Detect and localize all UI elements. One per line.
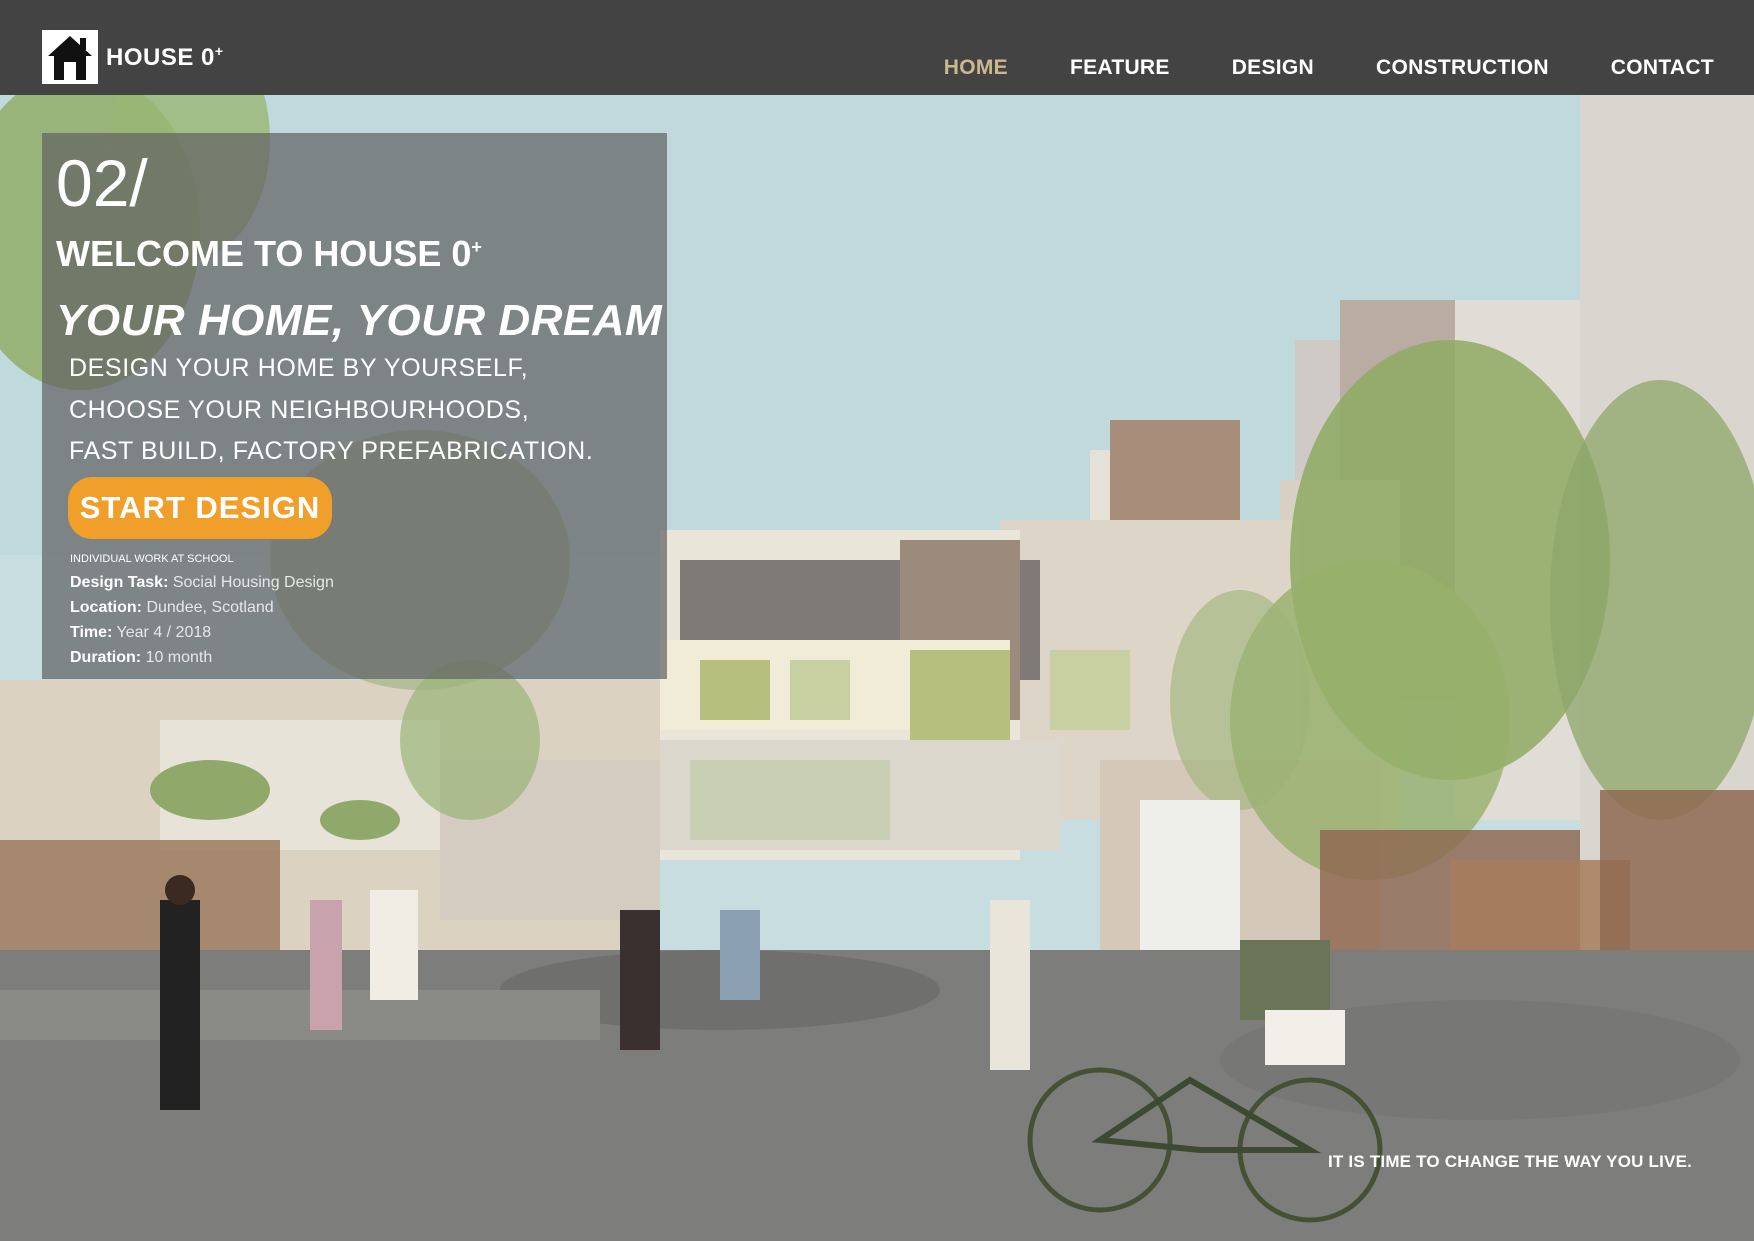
nav-construction[interactable]: CONSTRUCTION bbox=[1376, 56, 1549, 80]
detail-row: Time: Year 4 / 2018 bbox=[70, 624, 212, 641]
project-caption: INDIVIDUAL WORK AT SCHOOL bbox=[70, 553, 234, 565]
house-icon bbox=[42, 30, 98, 84]
slide-number: 02/ bbox=[56, 146, 148, 220]
nav-design[interactable]: DESIGN bbox=[1232, 56, 1314, 80]
feature-line: CHOOSE YOUR NEIGHBOURHOODS, bbox=[69, 395, 530, 424]
start-design-button[interactable]: START DESIGN bbox=[68, 477, 332, 539]
detail-row: Duration: 10 month bbox=[70, 649, 213, 666]
hero-panel: 02/ WELCOME TO HOUSE 0+ YOUR HOME, YOUR … bbox=[42, 133, 667, 679]
nav-contact[interactable]: CONTACT bbox=[1611, 56, 1714, 80]
feature-lines: DESIGN YOUR HOME BY YOURSELF, CHOOSE YOU… bbox=[69, 348, 593, 473]
main-nav: HOME FEATURE DESIGN CONSTRUCTION CONTACT bbox=[882, 56, 1714, 80]
feature-line: FAST BUILD, FACTORY PREFABRICATION. bbox=[69, 437, 594, 465]
slogan: IT IS TIME TO CHANGE THE WAY YOU LIVE. bbox=[1328, 1152, 1693, 1171]
project-details: INDIVIDUAL WORK AT SCHOOL Design Task: S… bbox=[70, 551, 334, 670]
nav-feature[interactable]: FEATURE bbox=[1070, 56, 1170, 80]
nav-home[interactable]: HOME bbox=[944, 56, 1008, 80]
brand-name: HOUSE 0+ bbox=[106, 42, 224, 71]
welcome-heading: WELCOME TO HOUSE 0+ bbox=[56, 233, 482, 274]
feature-line: DESIGN YOUR HOME BY YOURSELF, bbox=[69, 354, 529, 382]
headline: YOUR HOME, YOUR DREAM bbox=[56, 296, 663, 345]
brand-logo[interactable]: HOUSE 0+ bbox=[42, 30, 224, 84]
detail-row: Design Task: Social Housing Design bbox=[70, 574, 334, 591]
top-navbar: HOUSE 0+ HOME FEATURE DESIGN CONSTRUCTIO… bbox=[0, 0, 1754, 95]
detail-row: Location: Dundee, Scotland bbox=[70, 599, 274, 616]
